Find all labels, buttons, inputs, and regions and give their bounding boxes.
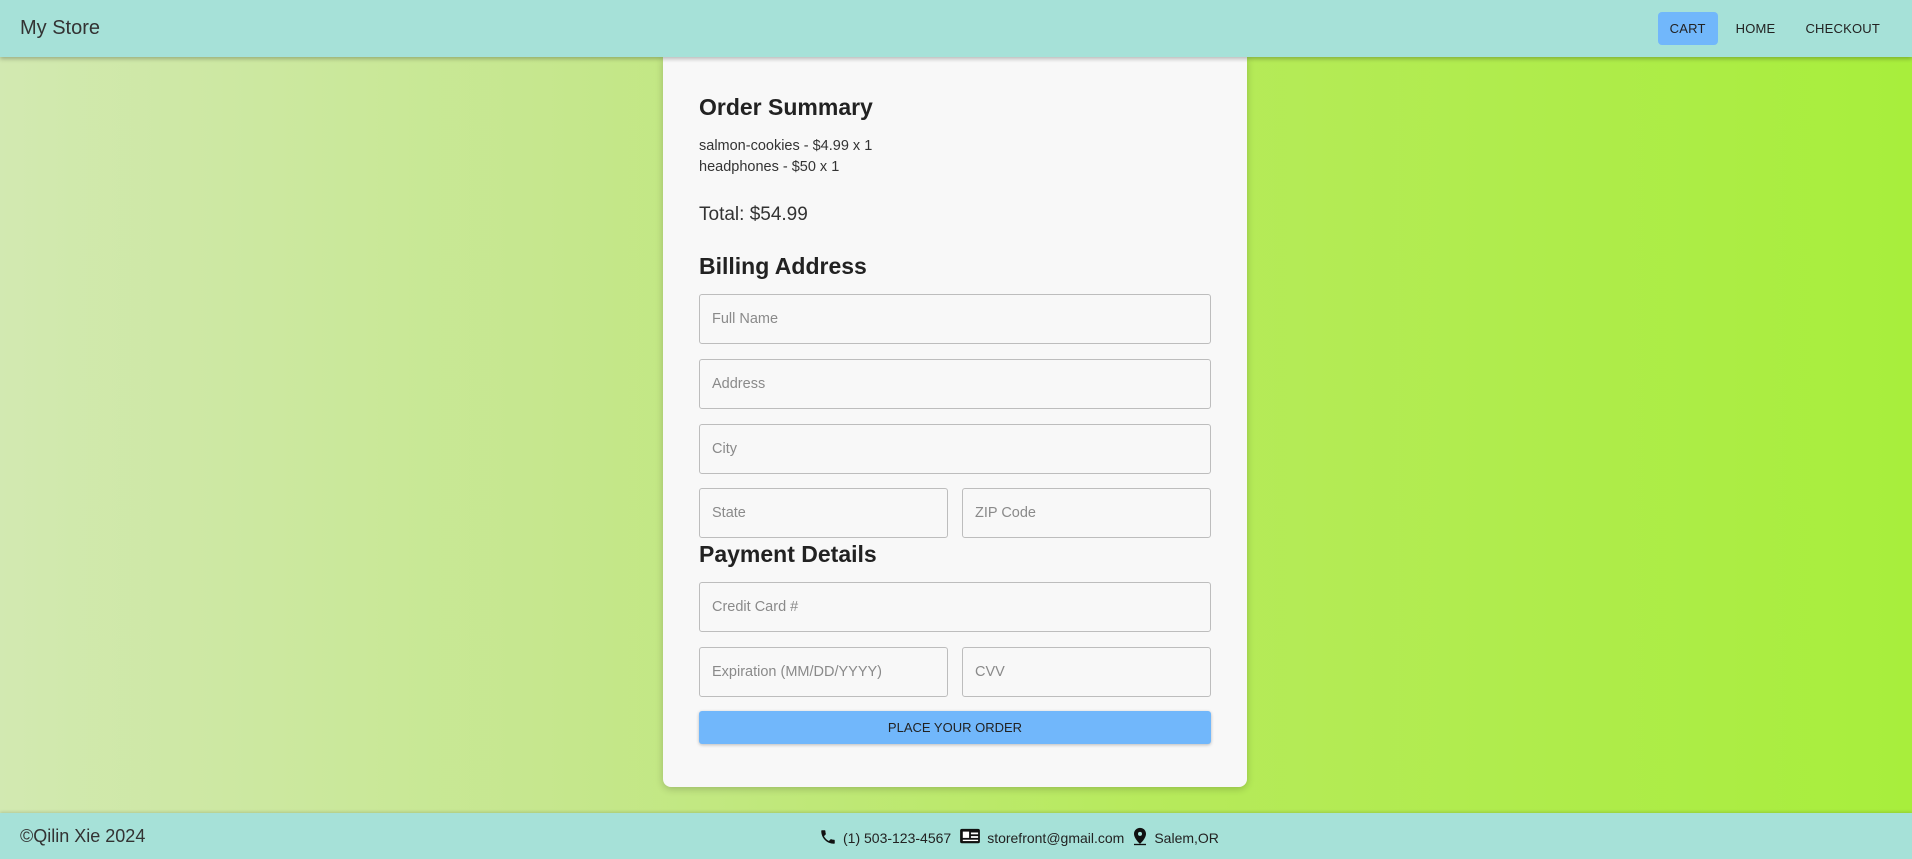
page-footer: ©Qilin Xie 2024 (1) 503-123-4567 storefr… [0, 813, 1912, 859]
order-item: salmon-cookies - $4.99 x 1 [699, 138, 873, 154]
billing-address-heading: Billing Address [699, 253, 867, 279]
email-address: storefront@gmail.com [987, 830, 1125, 846]
zip-code-input[interactable] [962, 488, 1211, 538]
order-total: Total: $54.99 [699, 204, 808, 225]
phone-number: (1) 503-123-4567 [843, 830, 952, 846]
order-item: headphones - $50 x 1 [699, 159, 840, 175]
phone-contact: (1) 503-123-4567 [819, 828, 951, 846]
contact-card-icon [959, 828, 981, 846]
payment-details-heading: Payment Details [699, 541, 877, 567]
nav-cart-button[interactable]: Cart [1657, 12, 1718, 45]
state-input[interactable] [699, 488, 948, 538]
credit-card-input[interactable] [699, 582, 1211, 632]
checkout-card: Order Summary salmon-cookies - $4.99 x 1… [663, 57, 1247, 787]
expiration-input[interactable] [699, 647, 948, 697]
order-items-list: salmon-cookies - $4.99 x 1 headphones - … [699, 136, 872, 178]
page-background: Order Summary salmon-cookies - $4.99 x 1… [0, 57, 1912, 813]
main-nav: Cart Home Checkout [1657, 12, 1892, 45]
nav-checkout-button[interactable]: Checkout [1793, 12, 1892, 45]
place-order-button[interactable]: Place Your Order [699, 711, 1211, 744]
full-name-input[interactable] [699, 294, 1211, 344]
copyright-text: ©Qilin Xie 2024 [20, 826, 146, 846]
email-contact: storefront@gmail.com [959, 828, 1124, 846]
location-pin-icon [1132, 827, 1148, 846]
nav-home-button[interactable]: Home [1724, 12, 1788, 45]
phone-icon [819, 828, 837, 846]
store-brand[interactable]: My Store [20, 17, 100, 40]
address-input[interactable] [699, 359, 1211, 409]
top-app-bar: My Store Cart Home Checkout [0, 0, 1912, 57]
order-summary-heading: Order Summary [699, 94, 873, 120]
cvv-input[interactable] [962, 647, 1211, 697]
contact-info: (1) 503-123-4567 storefront@gmail.com Sa… [819, 827, 1219, 846]
location-text: Salem,OR [1154, 830, 1219, 846]
location-contact: Salem,OR [1132, 827, 1219, 846]
city-input[interactable] [699, 424, 1211, 474]
